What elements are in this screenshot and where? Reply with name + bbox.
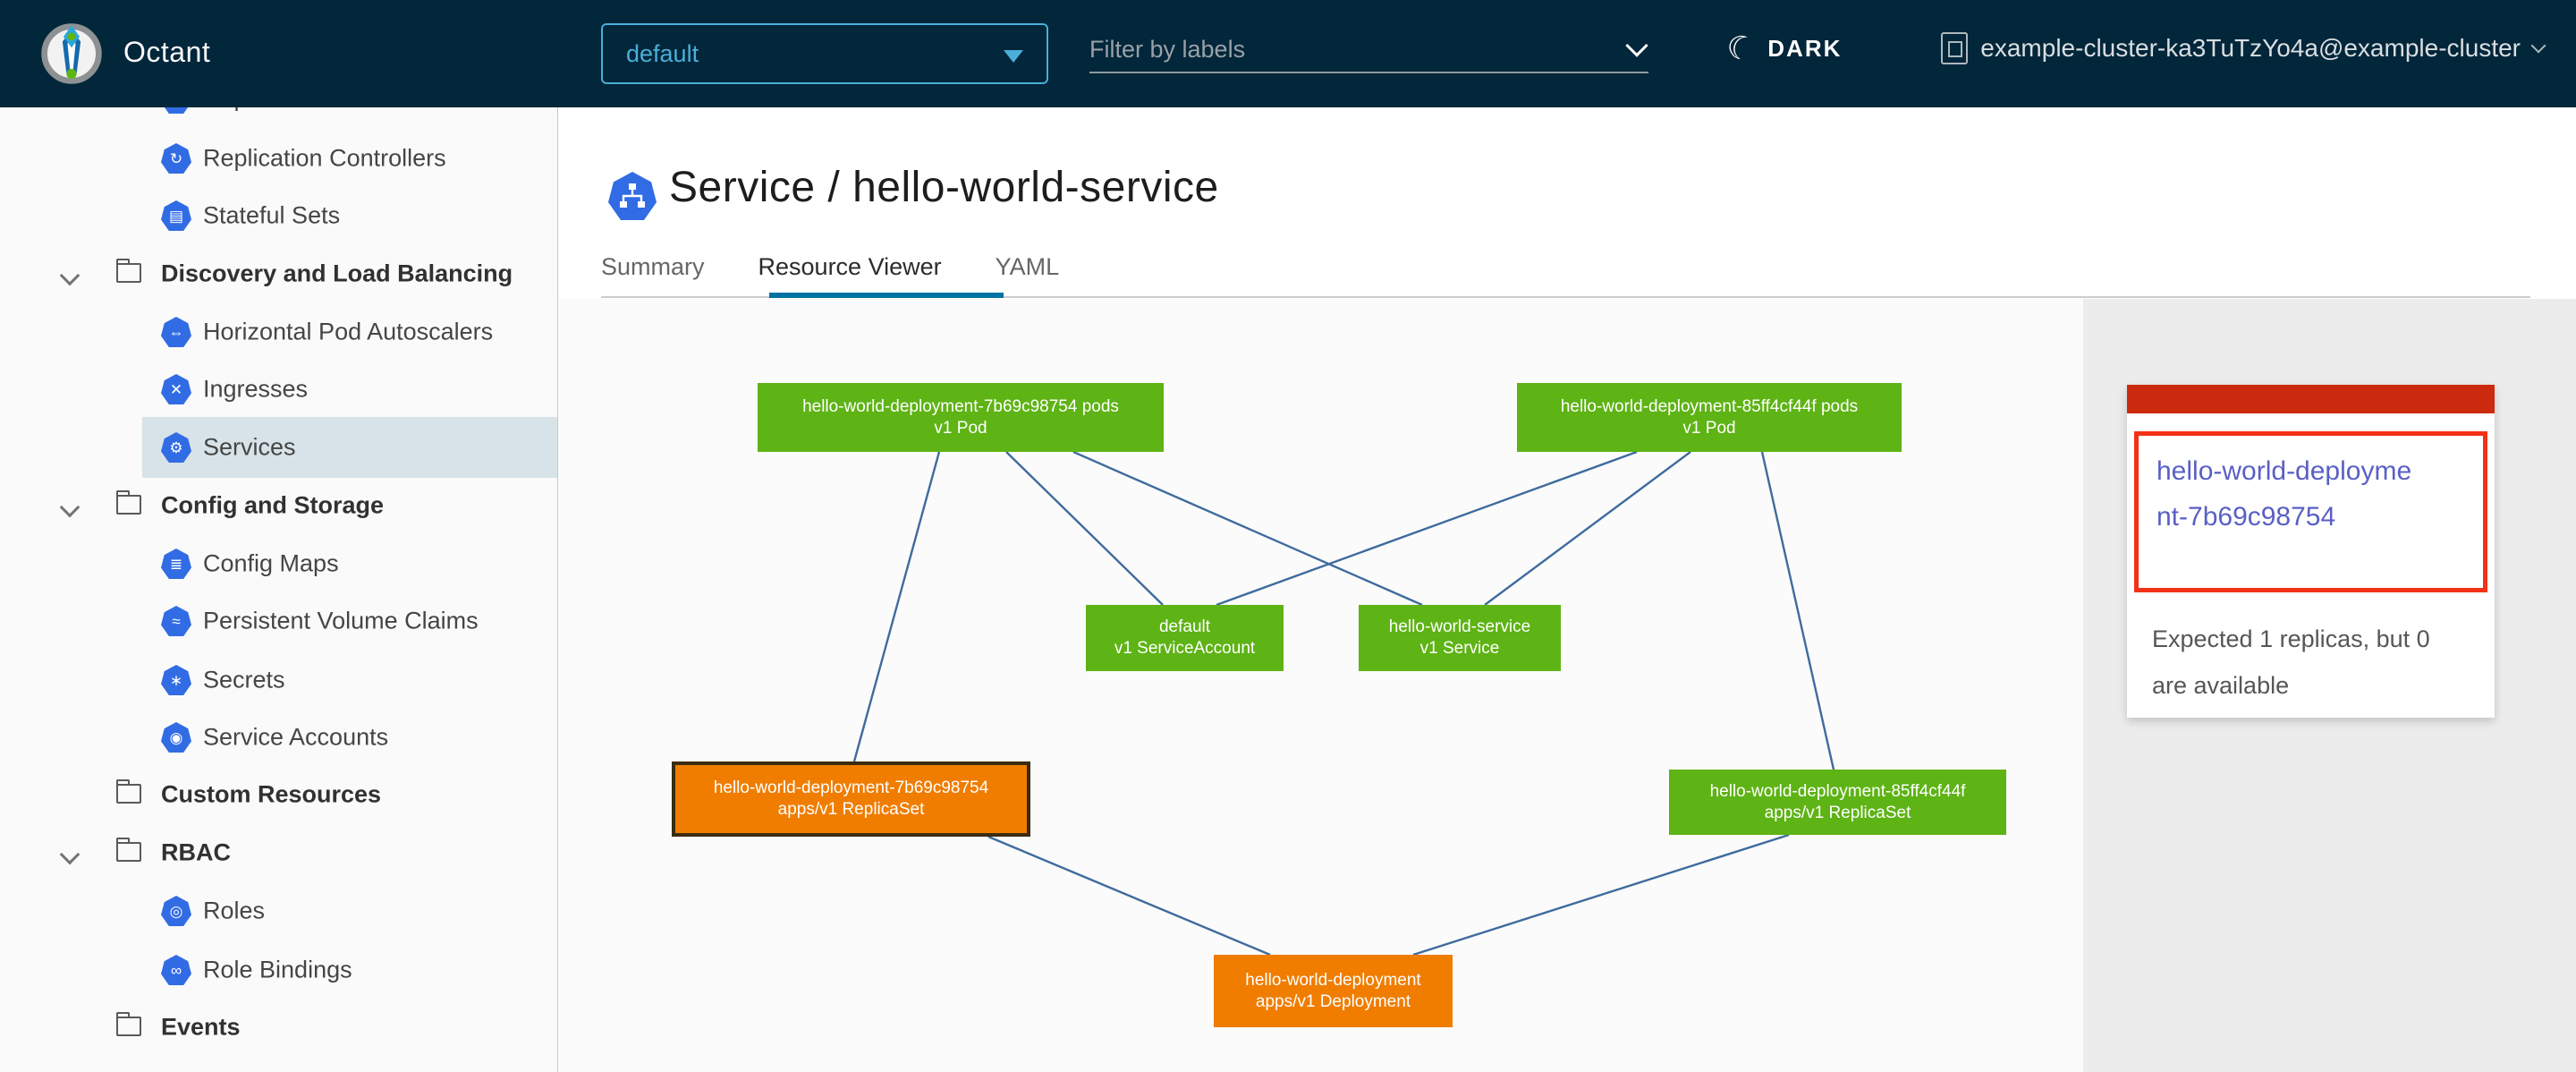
config-maps-icon: ≣ — [161, 549, 191, 579]
sidebar-item-replication-controllers[interactable]: ↻ Replication Controllers — [0, 130, 557, 187]
sidebar-item-horizontal-pod-autoscalers[interactable]: ⇔ Horizontal Pod Autoscalers — [0, 303, 557, 361]
graph-node-pod-85ff4cf44f[interactable]: hello-world-deployment-85ff4cf44f pods v… — [1517, 383, 1902, 452]
folder-icon — [116, 842, 141, 862]
graph-node-replicaset-7b69c98754[interactable]: hello-world-deployment-7b69c98754 apps/v… — [672, 761, 1030, 837]
node-sublabel: v1 Pod — [934, 418, 987, 439]
graph-node-deployment-hello-world-deployment[interactable]: hello-world-deployment apps/v1 Deploymen… — [1214, 955, 1453, 1027]
service-accounts-icon: ◉ — [161, 722, 191, 753]
app-header: Octant default ☾ DARK example-cluster-ka… — [0, 0, 2576, 107]
sidebar-nav: ▣ Replica Sets ↻ Replication Controllers… — [0, 107, 558, 1072]
chevron-down-icon[interactable] — [60, 845, 80, 865]
node-detail-panel: hello-world-deployment-7b69c98754 Expect… — [2083, 299, 2576, 1072]
label-filter-input[interactable] — [1089, 27, 1648, 73]
graph-node-pod-7b69c98754[interactable]: hello-world-deployment-7b69c98754 pods v… — [758, 383, 1164, 452]
node-sublabel: apps/v1 ReplicaSet — [778, 799, 925, 821]
sidebar-item-role-bindings[interactable]: ∞ Role Bindings — [0, 941, 557, 999]
replicaset-detail-card: hello-world-deployment-7b69c98754 Expect… — [2127, 385, 2495, 718]
services-icon: ⚙ — [161, 432, 191, 463]
sidebar-item-secrets[interactable]: ∗ Secrets — [0, 651, 557, 709]
secrets-icon: ∗ — [161, 665, 191, 695]
sidebar-group-events[interactable]: Events — [0, 999, 557, 1056]
graph-node-service-hello-world-service[interactable]: hello-world-service v1 Service — [1359, 605, 1561, 671]
namespace-value: default — [626, 40, 699, 68]
cluster-selector[interactable]: example-cluster-ka3TuTzYo4a@example-clus… — [1941, 32, 2544, 64]
roles-icon: ◎ — [161, 896, 191, 926]
label-filter — [1089, 27, 1648, 81]
node-label: hello-world-deployment-7b69c98754 pods — [802, 396, 1119, 418]
sidebar-group-discovery-load-balancing[interactable]: Discovery and Load Balancing — [0, 245, 557, 302]
folder-icon — [116, 263, 141, 283]
sidebar-group-custom-resources[interactable]: Custom Resources — [0, 766, 557, 823]
dark-label: DARK — [1767, 35, 1842, 63]
stateful-sets-icon: ▤ — [161, 200, 191, 231]
replica-sets-icon: ▣ — [161, 107, 191, 114]
node-label: hello-world-deployment-85ff4cf44f pods — [1561, 396, 1858, 418]
pvc-icon: ≈ — [161, 606, 191, 636]
sidebar-item-persistent-volume-claims[interactable]: ≈ Persistent Volume Claims — [0, 592, 557, 650]
replicas-warning-text: Expected 1 replicas, but 0 are available — [2152, 616, 2465, 709]
active-tab-underline — [769, 293, 1004, 298]
sidebar-group-rbac[interactable]: RBAC — [0, 824, 557, 881]
dark-theme-toggle[interactable]: ☾ DARK — [1726, 32, 1842, 64]
chevron-down-icon[interactable] — [60, 498, 80, 518]
sidebar-item-roles[interactable]: ◎ Roles — [0, 882, 557, 940]
sidebar-item-stateful-sets[interactable]: ▤ Stateful Sets — [0, 187, 557, 244]
node-sublabel: v1 Service — [1420, 638, 1500, 659]
node-sublabel: v1 Pod — [1682, 418, 1735, 439]
node-sublabel: v1 ServiceAccount — [1114, 638, 1255, 659]
node-label: hello-world-service — [1389, 617, 1530, 638]
graph-node-replicaset-85ff4cf44f[interactable]: hello-world-deployment-85ff4cf44f apps/v… — [1669, 770, 2006, 835]
sidebar-item-services[interactable]: ⚙ Services — [0, 419, 557, 476]
sidebar-item-replica-sets[interactable]: ▣ Replica Sets — [0, 107, 557, 127]
sidebar-group-config-and-storage[interactable]: Config and Storage — [0, 477, 557, 534]
ingresses-icon: ✕ — [161, 374, 191, 404]
chevron-down-icon — [2531, 38, 2546, 54]
sidebar-item-ingresses[interactable]: ✕ Ingresses — [0, 361, 557, 418]
moon-icon: ☾ — [1722, 29, 1759, 68]
node-label: hello-world-deployment — [1245, 970, 1420, 991]
folder-icon — [116, 1017, 141, 1036]
graph-node-serviceaccount-default[interactable]: default v1 ServiceAccount — [1086, 605, 1284, 671]
chevron-down-icon[interactable] — [60, 266, 80, 286]
node-sublabel: apps/v1 Deployment — [1256, 991, 1411, 1013]
app-title: Octant — [123, 36, 210, 69]
tab-resource-viewer[interactable]: Resource Viewer — [758, 253, 942, 297]
node-label: hello-world-deployment-7b69c98754 — [714, 778, 988, 799]
folder-icon — [116, 495, 141, 515]
node-sublabel: apps/v1 ReplicaSet — [1765, 803, 1911, 824]
sidebar-item-config-maps[interactable]: ≣ Config Maps — [0, 535, 557, 592]
tab-bar: Summary Resource Viewer YAML — [601, 253, 1059, 297]
replicaset-link[interactable]: hello-world-deployment-7b69c98754 — [2157, 448, 2416, 540]
namespace-dropdown[interactable]: default — [601, 23, 1048, 84]
replication-controllers-icon: ↻ — [161, 143, 191, 174]
tab-yaml[interactable]: YAML — [996, 253, 1060, 297]
octant-logo-icon — [39, 21, 104, 86]
tab-summary[interactable]: Summary — [601, 253, 705, 297]
folder-icon — [116, 784, 141, 804]
cluster-label: example-cluster-ka3TuTzYo4a@example-clus… — [1980, 34, 2521, 63]
error-highlight-box: hello-world-deployment-7b69c98754 — [2134, 431, 2487, 592]
page-title: Service / hello-world-service — [669, 163, 1219, 212]
cluster-icon — [1941, 32, 1968, 64]
node-label: hello-world-deployment-85ff4cf44f — [1710, 781, 1966, 803]
dropdown-caret-icon — [1004, 50, 1023, 63]
error-status-bar — [2127, 385, 2495, 413]
role-bindings-icon: ∞ — [161, 955, 191, 985]
hpa-icon: ⇔ — [161, 317, 191, 347]
sidebar-item-service-accounts[interactable]: ◉ Service Accounts — [0, 709, 557, 766]
node-label: default — [1159, 617, 1210, 638]
resource-graph: hello-world-deployment-7b69c98754 pods v… — [558, 299, 2083, 1072]
